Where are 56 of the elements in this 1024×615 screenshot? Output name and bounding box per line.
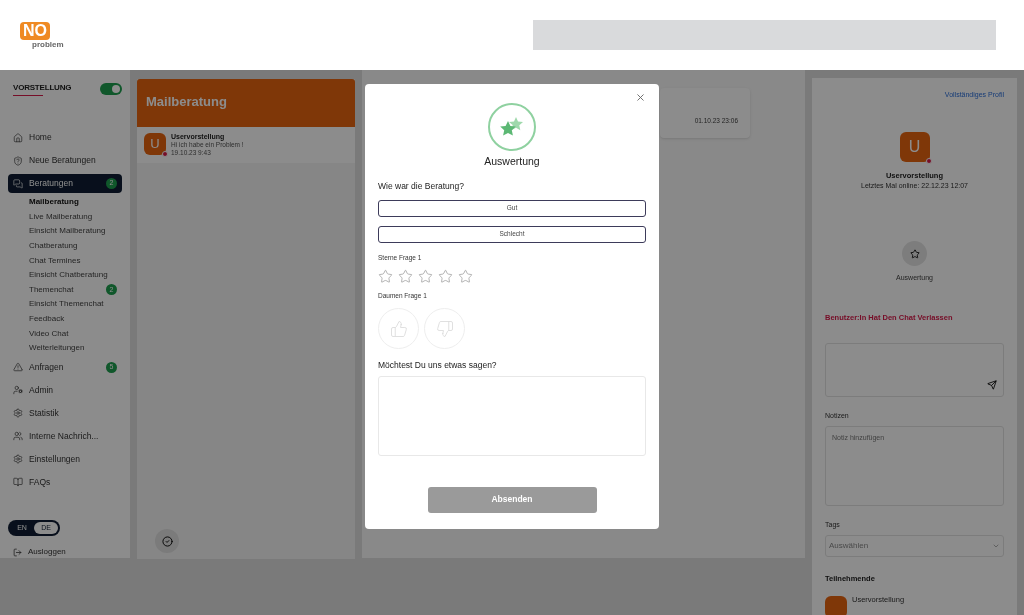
nav-subitem[interactable]: Einsicht Mailberatung — [29, 224, 117, 239]
brand-logo: VORSTELLUNG — [8, 82, 77, 96]
header-search-bar[interactable] — [533, 20, 996, 50]
nav-item[interactable]: Admin — [8, 380, 122, 400]
nav-item[interactable]: Home — [8, 128, 122, 147]
online-toggle[interactable] — [100, 83, 122, 95]
check-button[interactable] — [155, 529, 179, 553]
dialog-title: Auswertung — [484, 154, 540, 169]
close-button[interactable] — [634, 91, 646, 103]
nav-item[interactable]: Einstellungen — [8, 449, 122, 469]
thumbs-down-icon — [435, 319, 454, 338]
nav-subitem[interactable]: Mailberatung — [29, 195, 117, 210]
nav-subitem[interactable]: Weiterleitungen — [29, 340, 117, 356]
logout-link[interactable]: Ausloggen — [8, 546, 122, 558]
nav-icon — [13, 362, 23, 373]
user-avatar: U — [144, 133, 166, 155]
close-icon — [634, 91, 646, 103]
stars-icon — [499, 116, 525, 138]
rating-star[interactable] — [418, 269, 433, 285]
nav-subitem[interactable]: Chatberatung — [29, 238, 117, 254]
nav-subitem[interactable]: Video Chat — [29, 326, 117, 341]
message-input[interactable] — [825, 342, 1004, 397]
thumbs-up-icon — [389, 319, 408, 338]
nav-icon — [13, 477, 23, 488]
nav-subitem[interactable]: Einsicht Themenchat — [29, 297, 117, 312]
nav-item[interactable]: FAQs — [8, 472, 122, 492]
nav-subitem[interactable]: Einsicht Chatberatung — [29, 267, 117, 283]
send-icon — [987, 379, 997, 390]
app-logo: NO problem — [20, 21, 64, 49]
nav-item[interactable]: Neue Beratungen — [8, 151, 122, 170]
check-icon — [161, 535, 173, 547]
nav-subitem[interactable]: Chat Termines — [29, 253, 117, 268]
nav-item[interactable]: Interne Nachrich... — [8, 426, 122, 446]
rating-star[interactable] — [458, 269, 473, 285]
comment-question: Möchtest Du uns etwas sagen? — [378, 359, 498, 372]
nav-icon — [13, 385, 23, 396]
star-icon — [909, 248, 920, 259]
participant-avatar — [825, 596, 847, 615]
nav-subitem[interactable]: Feedback — [29, 311, 117, 327]
nav-icon — [13, 431, 23, 442]
nav-subitem[interactable]: Live Mailberatung — [29, 209, 117, 225]
inbox-title: Mailberatung — [146, 94, 227, 109]
rating-star[interactable] — [438, 269, 453, 285]
nav-icon — [13, 178, 23, 189]
tags-select[interactable]: Auswählen — [825, 534, 1004, 557]
rating-star[interactable] — [398, 269, 413, 285]
nav-icon — [13, 454, 23, 465]
nav-item[interactable]: Statistik — [8, 403, 122, 423]
question-text: Wie war die Beratung? — [378, 179, 465, 193]
logout-icon — [13, 547, 22, 557]
user-avatar: U — [899, 131, 930, 162]
nav-icon — [13, 408, 23, 419]
nav-icon — [13, 155, 23, 166]
rating-star[interactable] — [378, 269, 393, 285]
nav-icon — [13, 132, 23, 143]
rating-button[interactable] — [902, 241, 927, 267]
